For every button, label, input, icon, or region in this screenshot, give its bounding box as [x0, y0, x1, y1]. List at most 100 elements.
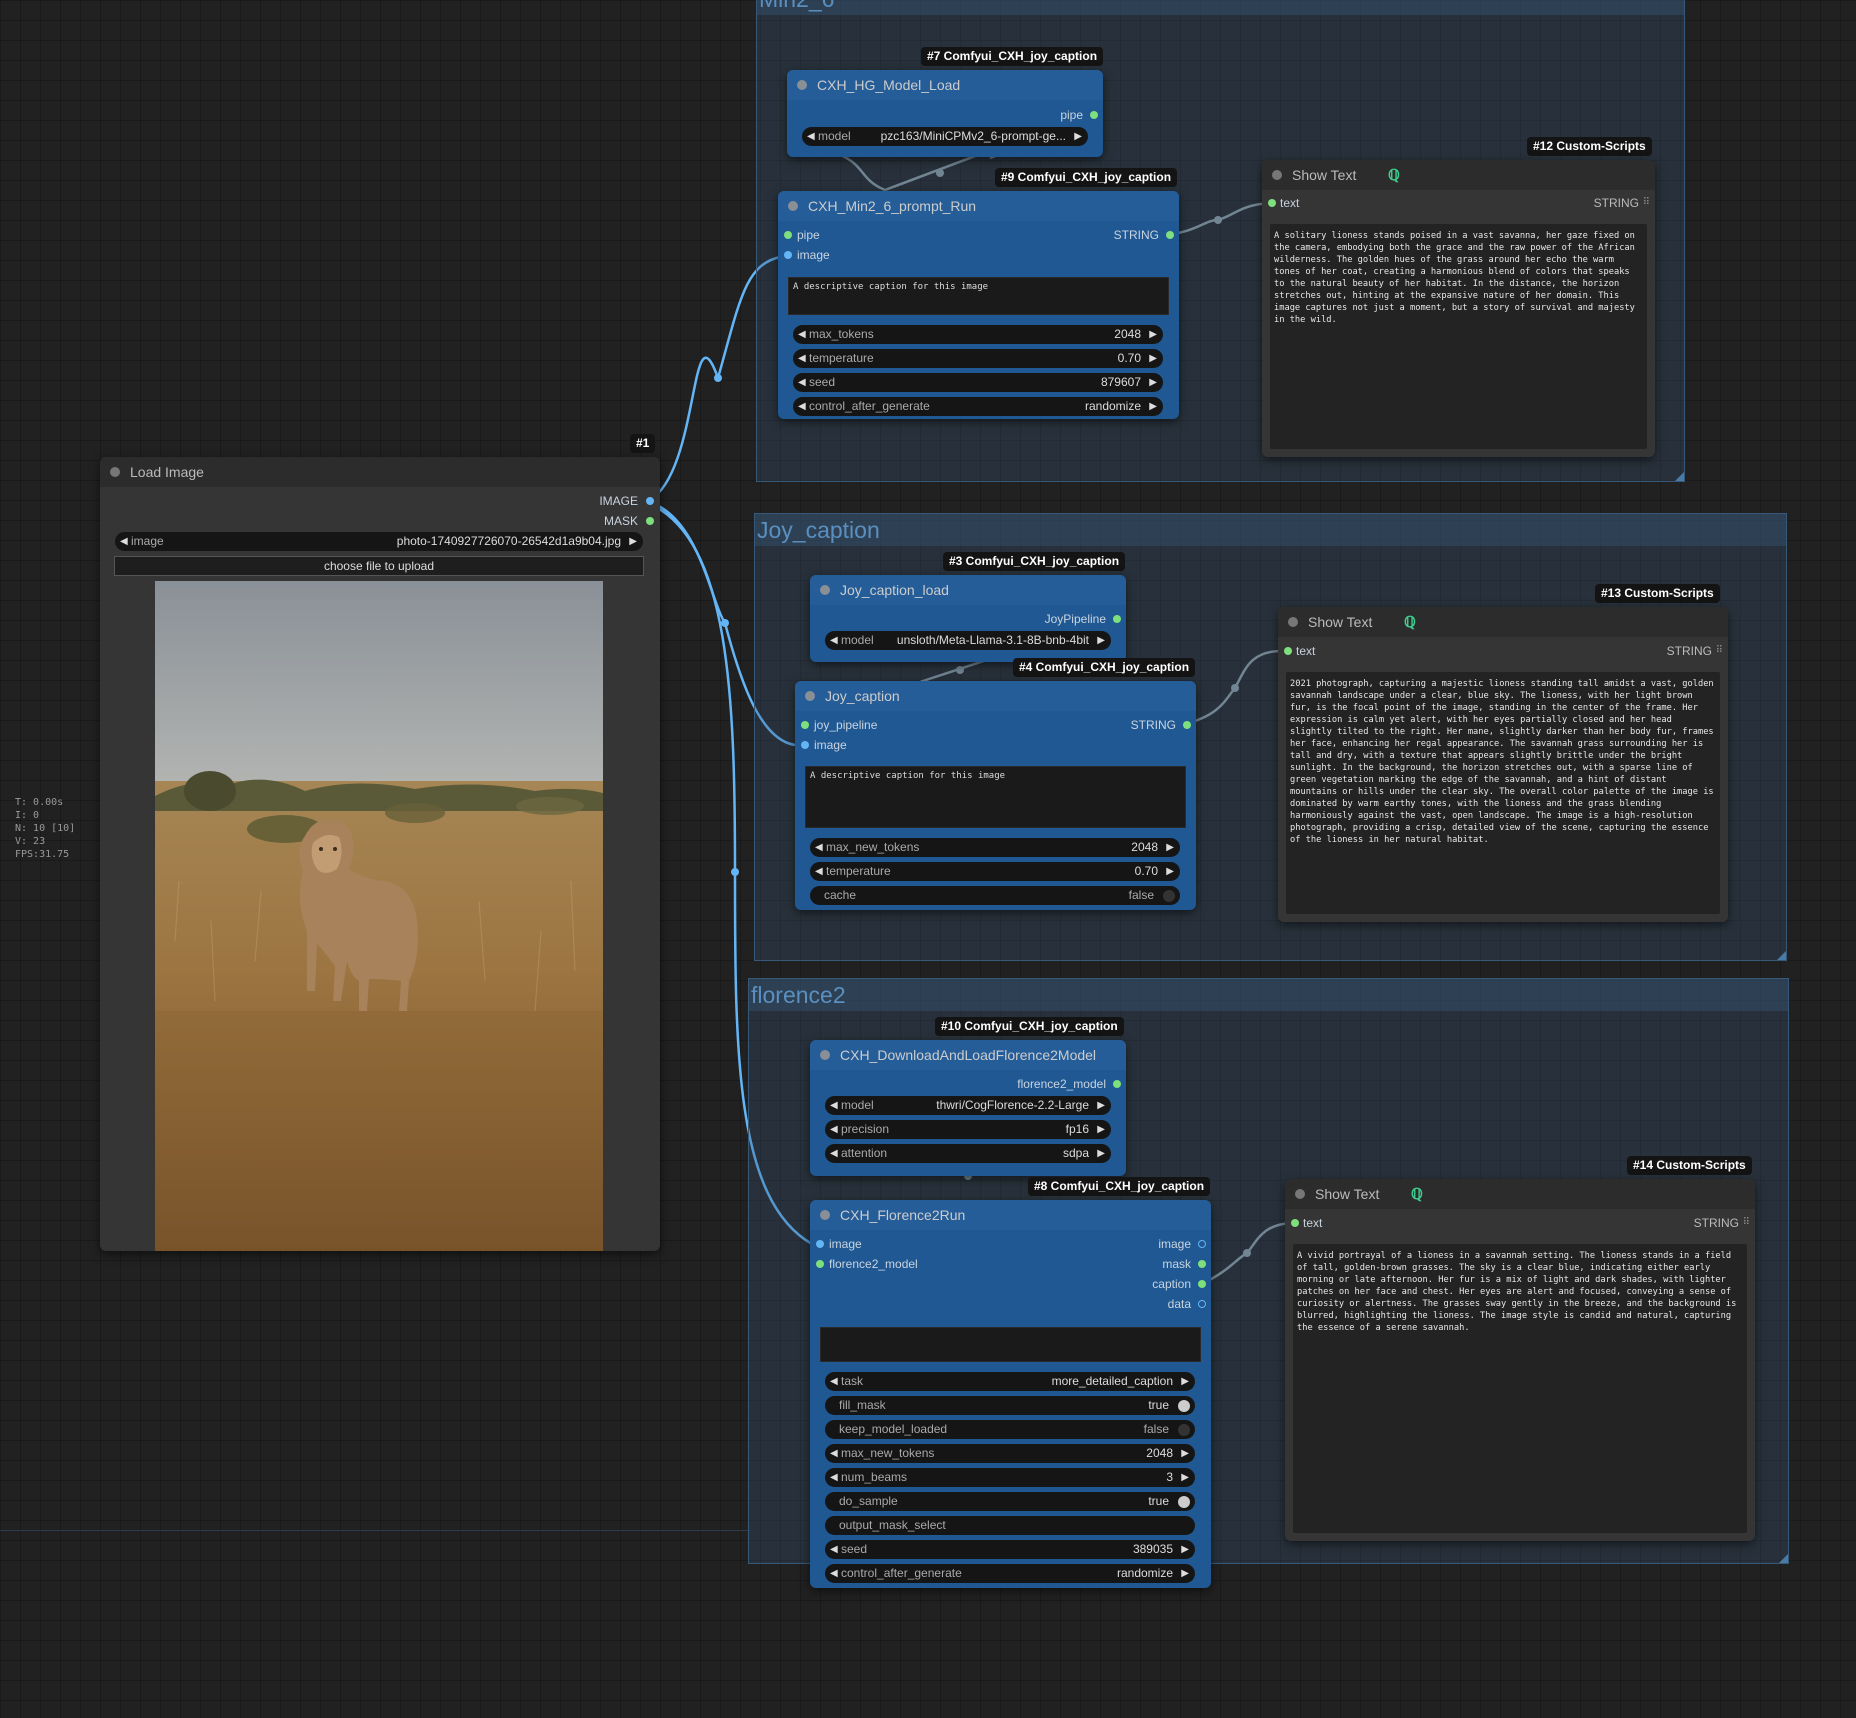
output-pipe-slot[interactable]: [1090, 111, 1098, 119]
collapse-dot[interactable]: [820, 1210, 830, 1220]
input-text[interactable]: text: [1280, 196, 1299, 210]
input-image-slot[interactable]: [816, 1240, 824, 1248]
arrow-right-icon[interactable]: ▶: [1181, 1444, 1189, 1463]
max-new-tokens-number[interactable]: ◀ max_new_tokens 2048 ▶: [825, 1444, 1195, 1463]
output-mask-slot[interactable]: [1198, 1260, 1206, 1268]
toggle-knob[interactable]: [1178, 1400, 1190, 1412]
node-title[interactable]: CXH_Min2_6_prompt_Run: [778, 191, 1179, 221]
arrow-left-icon[interactable]: ◀: [830, 1120, 838, 1139]
node-title[interactable]: Load Image: [100, 457, 660, 487]
output-mask[interactable]: mask: [1162, 1257, 1191, 1271]
arrow-right-icon[interactable]: ▶: [1181, 1372, 1189, 1391]
input-image[interactable]: image: [797, 248, 830, 262]
max-tokens-number[interactable]: ◀ max_tokens 2048 ▶: [793, 325, 1163, 344]
node-title[interactable]: Show Text ℚ: [1278, 607, 1728, 637]
arrow-right-icon[interactable]: ▶: [1181, 1540, 1189, 1559]
show-text-12-node[interactable]: Show Text ℚ text STRING ⠿ A solitary lion…: [1262, 160, 1655, 457]
arrow-left-icon[interactable]: ◀: [830, 631, 838, 650]
arrow-left-icon[interactable]: ◀: [830, 1564, 838, 1583]
collapse-dot[interactable]: [1295, 1189, 1305, 1199]
collapse-dot[interactable]: [820, 1050, 830, 1060]
output-image[interactable]: image: [1158, 1237, 1191, 1251]
output-image-slot[interactable]: [646, 497, 654, 505]
input-image-slot[interactable]: [801, 741, 809, 749]
text-input-textarea[interactable]: [820, 1327, 1201, 1362]
arrow-right-icon[interactable]: ▶: [1149, 349, 1157, 368]
upload-button[interactable]: choose file to upload: [114, 556, 644, 576]
hg-model-load-node[interactable]: CXH_HG_Model_Load pipe ◀ model pzc163/Mi…: [787, 70, 1103, 157]
show-text-13-node[interactable]: Show Text ℚ text STRING ⠿ 2021 photograph…: [1278, 607, 1728, 922]
do-sample-toggle[interactable]: do_sample true: [825, 1492, 1195, 1511]
resize-handle[interactable]: [1675, 472, 1684, 481]
arrow-left-icon[interactable]: ◀: [830, 1096, 838, 1115]
input-image[interactable]: image: [829, 1237, 862, 1251]
output-textarea[interactable]: A vivid portrayal of a lioness in a sava…: [1293, 1244, 1747, 1533]
output-florence2-model[interactable]: florence2_model: [1017, 1077, 1106, 1091]
attention-combo[interactable]: ◀ attention sdpa ▶: [825, 1144, 1111, 1163]
arrow-right-icon[interactable]: ▶: [629, 532, 637, 551]
output-caption-slot[interactable]: [1198, 1280, 1206, 1288]
output-string-slot[interactable]: [1183, 721, 1191, 729]
input-joy-pipeline-slot[interactable]: [801, 721, 809, 729]
arrow-right-icon[interactable]: ▶: [1097, 631, 1105, 650]
arrow-left-icon[interactable]: ◀: [830, 1144, 838, 1163]
arrow-left-icon[interactable]: ◀: [815, 862, 823, 881]
toggle-knob[interactable]: [1178, 1424, 1190, 1436]
output-mask-slot[interactable]: [646, 517, 654, 525]
precision-combo[interactable]: ◀ precision fp16 ▶: [825, 1120, 1111, 1139]
seed-number[interactable]: ◀ seed 879607 ▶: [793, 373, 1163, 392]
output-mask[interactable]: MASK: [604, 514, 638, 528]
arrow-left-icon[interactable]: ◀: [798, 349, 806, 368]
arrow-left-icon[interactable]: ◀: [830, 1468, 838, 1487]
input-text[interactable]: text: [1303, 1216, 1322, 1230]
arrow-right-icon[interactable]: ▶: [1149, 325, 1157, 344]
load-image-node[interactable]: Load Image IMAGE MASK ◀ image photo-1740…: [100, 457, 660, 1251]
prompt-textarea[interactable]: A descriptive caption for this image: [788, 277, 1169, 315]
node-title[interactable]: Joy_caption_load: [810, 575, 1126, 605]
collapse-dot[interactable]: [797, 80, 807, 90]
output-florence2-model-slot[interactable]: [1113, 1080, 1121, 1088]
prompt-textarea[interactable]: A descriptive caption for this image: [805, 766, 1186, 828]
max-new-tokens-number[interactable]: ◀ max_new_tokens 2048 ▶: [810, 838, 1180, 857]
joy-caption-load-node[interactable]: Joy_caption_load JoyPipeline ◀ model uns…: [810, 575, 1126, 662]
temperature-number[interactable]: ◀ temperature 0.70 ▶: [793, 349, 1163, 368]
florence-load-node[interactable]: CXH_DownloadAndLoadFlorence2Model floren…: [810, 1040, 1126, 1176]
collapse-dot[interactable]: [110, 467, 120, 477]
input-florence2-model[interactable]: florence2_model: [829, 1257, 918, 1271]
arrow-right-icon[interactable]: ▶: [1166, 862, 1174, 881]
resize-handle[interactable]: [1779, 1554, 1788, 1563]
model-combo[interactable]: ◀ model pzc163/MiniCPMv2_6-prompt-ge... …: [802, 127, 1088, 146]
output-joypipeline-slot[interactable]: [1113, 615, 1121, 623]
output-textarea[interactable]: A solitary lioness stands poised in a va…: [1270, 224, 1647, 449]
node-title[interactable]: CXH_HG_Model_Load: [787, 70, 1103, 100]
input-florence2-model-slot[interactable]: [816, 1260, 824, 1268]
arrow-left-icon[interactable]: ◀: [830, 1372, 838, 1391]
arrow-left-icon[interactable]: ◀: [120, 532, 128, 551]
input-pipe-slot[interactable]: [784, 231, 792, 239]
input-text-slot[interactable]: [1268, 199, 1276, 207]
arrow-right-icon[interactable]: ▶: [1166, 838, 1174, 857]
node-title[interactable]: Show Text ℚ: [1262, 160, 1655, 190]
arrow-right-icon[interactable]: ▶: [1074, 127, 1082, 146]
output-image-slot[interactable]: [1198, 1240, 1206, 1248]
toggle-knob[interactable]: [1178, 1496, 1190, 1508]
fill-mask-toggle[interactable]: fill_mask true: [825, 1396, 1195, 1415]
keep-model-loaded-toggle[interactable]: keep_model_loaded false: [825, 1420, 1195, 1439]
seed-number[interactable]: ◀ seed 389035 ▶: [825, 1540, 1195, 1559]
input-image[interactable]: image: [814, 738, 847, 752]
arrow-right-icon[interactable]: ▶: [1181, 1468, 1189, 1487]
output-joypipeline[interactable]: JoyPipeline: [1045, 612, 1106, 626]
node-title[interactable]: CXH_Florence2Run: [810, 1200, 1211, 1230]
input-text[interactable]: text: [1296, 644, 1315, 658]
output-data-slot[interactable]: [1198, 1300, 1206, 1308]
arrow-right-icon[interactable]: ▶: [1181, 1564, 1189, 1583]
arrow-right-icon[interactable]: ▶: [1149, 397, 1157, 416]
min2-prompt-run-node[interactable]: CXH_Min2_6_prompt_Run pipe image STRING …: [778, 191, 1179, 419]
arrow-left-icon[interactable]: ◀: [798, 373, 806, 392]
toggle-knob[interactable]: [1163, 890, 1175, 902]
temperature-number[interactable]: ◀ temperature 0.70 ▶: [810, 862, 1180, 881]
model-combo[interactable]: ◀ model unsloth/Meta-Llama-3.1-8B-bnb-4b…: [825, 631, 1111, 650]
num-beams-number[interactable]: ◀ num_beams 3 ▶: [825, 1468, 1195, 1487]
input-pipe[interactable]: pipe: [797, 228, 820, 242]
arrow-right-icon[interactable]: ▶: [1097, 1144, 1105, 1163]
